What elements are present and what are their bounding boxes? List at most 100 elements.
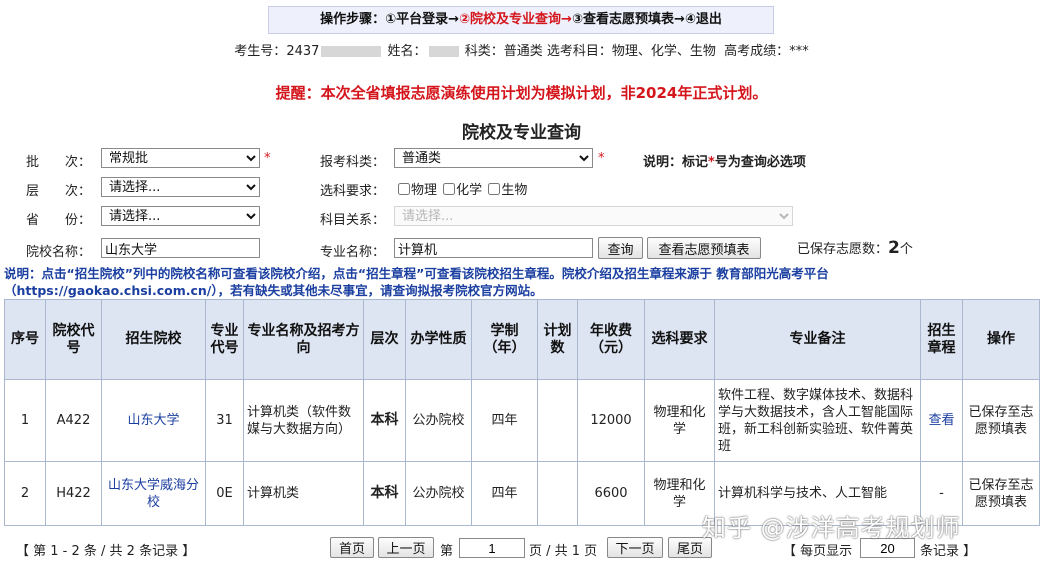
table-row: 2 H422 山东大学威海分校 0E 计算机类 本科 公办院校 四年 6600 … xyxy=(4,461,1040,526)
source-note-line1: 说明：点击“招生院校”列中的院校名称可查看该院校介绍，点击“招生章程”可查看该院… xyxy=(4,266,829,281)
view-table-button[interactable]: 查看志愿预填表 xyxy=(647,237,761,259)
per-page-input[interactable] xyxy=(860,538,915,558)
per-page-suffix: 条记录 】 xyxy=(920,544,977,559)
source-note: 说明：点击“招生院校”列中的院校名称可查看该院校介绍，点击“招生章程”可查看该院… xyxy=(4,265,1039,299)
checkbox-physics[interactable]: 物理 xyxy=(398,179,437,198)
col-header: 层次 xyxy=(363,299,406,380)
step-login[interactable]: ①平台登录→ xyxy=(385,12,459,27)
school-link[interactable]: 山东大学威海分校 xyxy=(108,478,199,510)
row-number: 1 xyxy=(4,379,46,462)
biology-label: 生物 xyxy=(501,183,528,198)
school-code: H422 xyxy=(45,461,102,526)
col-header: 专业名称及招考方向 xyxy=(243,299,364,380)
study-years: 四年 xyxy=(471,379,538,462)
prev-page-button[interactable]: 上一页 xyxy=(378,537,434,558)
education-level: 本科 xyxy=(363,379,406,462)
query-button[interactable]: 查询 xyxy=(598,237,643,259)
school-nature: 公办院校 xyxy=(405,379,472,462)
checkbox-chemistry[interactable]: 化学 xyxy=(443,179,482,198)
elective-label: 选考科目： xyxy=(546,44,612,59)
school-link[interactable]: 山东大学 xyxy=(127,413,179,428)
relation-label: 科目关系： xyxy=(320,213,386,228)
pager-summary: 【 第 1 - 2 条 / 共 2 条记录 】 xyxy=(16,544,196,559)
col-header: 选科要求 xyxy=(644,299,715,380)
action-status: 已保存至志愿预填表 xyxy=(962,379,1040,462)
physics-checkbox[interactable] xyxy=(398,182,410,195)
major-code: 31 xyxy=(205,379,244,462)
score-label: 高考成绩： xyxy=(724,44,790,59)
school-name-input[interactable] xyxy=(101,238,260,258)
step-query[interactable]: ②院校及专业查询→ xyxy=(459,12,572,27)
major-remark: 计算机科学与技术、人工智能 xyxy=(714,461,921,526)
col-header: 序号 xyxy=(4,299,46,380)
school-code: A422 xyxy=(45,379,102,462)
page-total: 页 / 共 1 页 xyxy=(529,544,598,559)
col-header: 招生院校 xyxy=(101,299,206,380)
major-name-label: 专业名称： xyxy=(320,245,386,260)
school-cell: 山东大学 xyxy=(101,379,206,462)
school-nature: 公办院校 xyxy=(405,461,472,526)
table-row: 1 A422 山东大学 31 计算机类（软件数媒与大数据方向） 本科 公办院校 … xyxy=(4,379,1040,462)
candidate-id-value: 2437 xyxy=(286,44,320,59)
charter-link[interactable]: 查看 xyxy=(928,413,954,428)
level-select[interactable]: 请选择... xyxy=(101,177,260,197)
steps-bar: 操作步骤：①平台登录→②院校及专业查询→③查看志愿预填表→④退出 xyxy=(268,6,774,34)
redacted-mask xyxy=(321,46,382,57)
major-code: 0E xyxy=(205,461,244,526)
score-value: *** xyxy=(789,44,809,59)
province-select[interactable]: 请选择... xyxy=(101,206,260,226)
redacted-mask xyxy=(428,46,459,57)
candidate-info: 考生号：2437 姓名： 科类：普通类 选考科目：物理、化学、生物 高考成绩：*… xyxy=(0,40,1043,59)
col-header: 学制（年） xyxy=(471,299,538,380)
col-header: 院校代号 xyxy=(45,299,102,380)
col-header: 招生章程 xyxy=(920,299,963,380)
step-view-table[interactable]: ③查看志愿预填表→ xyxy=(572,12,685,27)
saved-count-label: 已保存志愿数： xyxy=(797,242,889,257)
last-page-button[interactable]: 尾页 xyxy=(668,537,712,558)
charter-status: - xyxy=(920,461,963,526)
major-name: 计算机类（软件数媒与大数据方向） xyxy=(243,379,364,462)
subject-type-label: 科类： xyxy=(464,44,504,59)
biology-checkbox[interactable] xyxy=(488,182,501,195)
required-note-prefix: 说明：标记 xyxy=(643,155,709,170)
required-star: * xyxy=(264,151,271,166)
relation-select[interactable]: 请选择... xyxy=(394,206,793,226)
chemistry-checkbox[interactable] xyxy=(443,182,456,195)
plan-count xyxy=(537,379,578,462)
annual-fee: 12000 xyxy=(577,379,645,462)
per-page-label: 【 每页显示 xyxy=(783,544,853,559)
major-name: 计算机类 xyxy=(243,461,364,526)
page-number-input[interactable] xyxy=(459,538,525,558)
candidate-name-label: 姓名： xyxy=(387,44,427,59)
step-exit[interactable]: ④退出 xyxy=(685,12,722,27)
province-label: 省 份： xyxy=(26,213,92,228)
subject-req-group: 物理 化学 生物 xyxy=(398,179,529,199)
plan-count xyxy=(537,461,578,526)
major-remark: 软件工程、数字媒体技术、数据科学与大数据技术，含人工智能国际班，新工科创新实验班… xyxy=(714,379,921,462)
checkbox-biology[interactable]: 生物 xyxy=(488,179,527,198)
study-years: 四年 xyxy=(471,461,538,526)
steps-prefix: 操作步骤： xyxy=(320,12,386,27)
results-table: 序号 院校代号 招生院校 专业代号 专业名称及招考方向 层次 办学性质 学制（年… xyxy=(4,299,1040,526)
col-header: 专业备注 xyxy=(714,299,921,380)
category-select[interactable]: 普通类 xyxy=(394,148,593,168)
elective-value: 物理、化学、生物 xyxy=(611,44,716,59)
required-note-suffix: 号为查询必选项 xyxy=(714,155,806,170)
school-name-label: 院校名称： xyxy=(26,245,92,260)
major-name-input[interactable] xyxy=(394,238,593,258)
action-status: 已保存至志愿预填表 xyxy=(962,461,1040,526)
saved-count: 已保存志愿数：2个 xyxy=(797,238,913,258)
chemistry-label: 化学 xyxy=(456,183,483,198)
next-page-button[interactable]: 下一页 xyxy=(607,537,663,558)
col-header: 操作 xyxy=(962,299,1040,380)
required-note: 说明：标记*号为查询必选项 xyxy=(643,151,806,170)
row-number: 2 xyxy=(4,461,46,526)
annual-fee: 6600 xyxy=(577,461,645,526)
col-header: 年收费（元） xyxy=(577,299,645,380)
batch-select[interactable]: 常规批 xyxy=(101,148,260,168)
candidate-id-label: 考生号： xyxy=(234,44,287,59)
saved-count-unit: 个 xyxy=(899,242,913,257)
page-title: 院校及专业查询 xyxy=(462,123,581,143)
table-header-row: 序号 院校代号 招生院校 专业代号 专业名称及招考方向 层次 办学性质 学制（年… xyxy=(4,299,1040,380)
first-page-button[interactable]: 首页 xyxy=(330,537,374,558)
